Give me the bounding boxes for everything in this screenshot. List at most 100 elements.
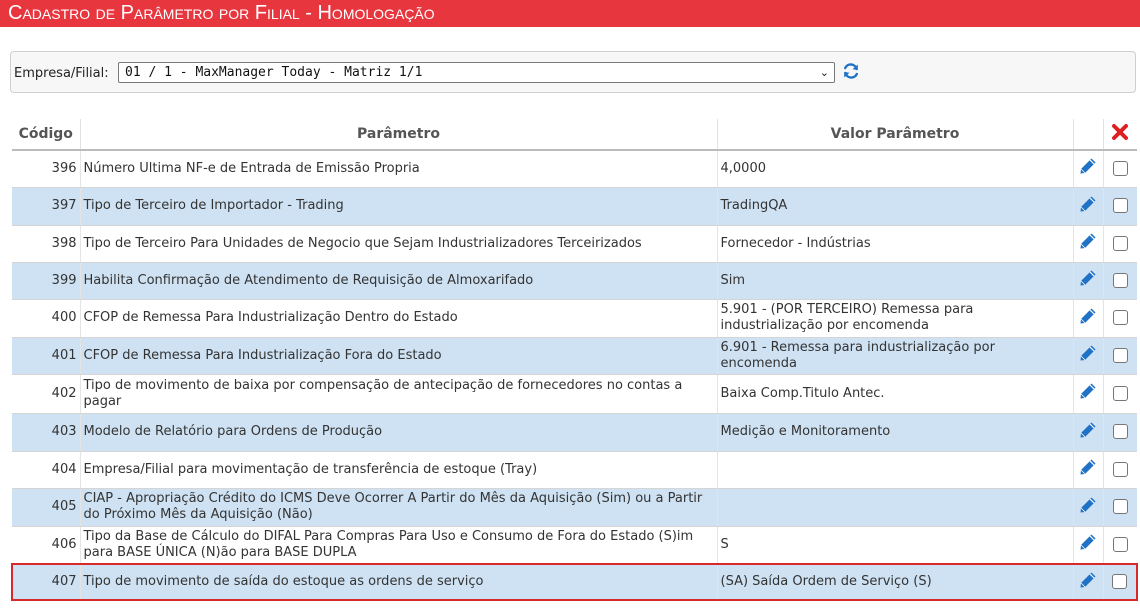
row-checkbox[interactable]	[1112, 347, 1128, 363]
cell-code: 404	[12, 451, 81, 489]
column-header-value: Valor Parâmetro	[717, 119, 1074, 151]
cell-value: 6.901 - Remessa para industrialização po…	[717, 337, 1074, 375]
cell-code: 398	[12, 225, 81, 263]
company-branch-select[interactable]: 01 / 1 - MaxManager Today - Matriz 1/1 ⌄	[118, 62, 835, 83]
cell-value: Baixa Comp.Titulo Antec.	[717, 374, 1074, 414]
cell-parameter: Habilita Confirmação de Atendimento de R…	[80, 262, 718, 300]
row-checkbox[interactable]	[1112, 461, 1128, 477]
row-select-cell	[1103, 337, 1137, 375]
row-checkbox[interactable]	[1112, 424, 1128, 439]
cell-code: 403	[12, 413, 81, 452]
row-select-cell	[1103, 526, 1137, 565]
edit-button[interactable]	[1073, 299, 1104, 338]
cell-parameter: CIAP - Apropriação Crédito do ICMS Deve …	[80, 488, 718, 527]
cell-value: Sim	[717, 262, 1074, 300]
row-select-cell	[1103, 488, 1137, 527]
table-row[interactable]: 404 Empresa/Filial para movimentação de t…	[12, 451, 1137, 489]
cell-parameter: Tipo de Terceiro de Importador - Trading	[80, 187, 718, 226]
cell-value: (SA) Saída Ordem de Serviço (S)	[717, 563, 1074, 601]
table-row[interactable]: 402 Tipo de movimento de baixa por compen…	[12, 374, 1137, 414]
edit-button[interactable]	[1073, 187, 1104, 226]
pencil-icon	[1079, 157, 1097, 180]
pencil-icon	[1079, 421, 1097, 444]
cell-value: Fornecedor - Indústrias	[717, 225, 1074, 263]
row-checkbox[interactable]	[1112, 574, 1128, 589]
edit-button[interactable]	[1073, 488, 1104, 527]
table-row[interactable]: 399 Habilita Confirmação de Atendimento d…	[12, 262, 1137, 300]
table-row[interactable]: 406 Tipo da Base de Cálculo do DIFAL Para…	[12, 526, 1137, 565]
pencil-icon	[1079, 382, 1097, 405]
table-row[interactable]: 403 Modelo de Relatório para Ordens de Pr…	[12, 413, 1137, 452]
row-select-cell	[1103, 262, 1137, 300]
cell-parameter: CFOP de Remessa Para Industrialização Fo…	[80, 337, 718, 375]
edit-button[interactable]	[1073, 374, 1104, 414]
table-row[interactable]: 398 Tipo de Terceiro Para Unidades de Neg…	[12, 225, 1137, 263]
cell-parameter: CFOP de Remessa Para Industrialização De…	[80, 299, 718, 338]
edit-button[interactable]	[1073, 225, 1104, 263]
parameters-table: Código Parâmetro Valor Parâmetro 396 Núme…	[11, 119, 1138, 601]
refresh-icon	[844, 63, 858, 79]
row-select-cell	[1103, 299, 1137, 338]
company-branch-selected: 01 / 1 - MaxManager Today - Matriz 1/1	[125, 65, 423, 80]
cell-parameter: Tipo de movimento de baixa por compensaç…	[80, 374, 718, 414]
edit-button[interactable]	[1073, 262, 1104, 300]
delete-selected-button[interactable]	[1103, 119, 1137, 151]
row-checkbox[interactable]	[1112, 235, 1128, 251]
filter-panel: Empresa/Filial: 01 / 1 - MaxManager Toda…	[10, 51, 1136, 93]
row-checkbox[interactable]	[1112, 160, 1128, 176]
edit-button[interactable]	[1073, 337, 1104, 375]
delete-x-icon	[1112, 124, 1129, 140]
cell-value	[717, 488, 1074, 527]
pencil-icon	[1079, 344, 1097, 367]
column-header-parameter: Parâmetro	[80, 119, 718, 151]
column-header-code: Código	[12, 119, 81, 151]
row-checkbox[interactable]	[1112, 272, 1128, 288]
cell-parameter: Número Ultima NF-e de Entrada de Emissão…	[80, 150, 718, 188]
edit-button[interactable]	[1073, 413, 1104, 452]
row-select-cell	[1103, 563, 1138, 601]
pencil-icon	[1079, 458, 1097, 481]
cell-parameter: Modelo de Relatório para Ordens de Produ…	[80, 413, 718, 452]
row-checkbox[interactable]	[1112, 198, 1128, 213]
cell-parameter: Tipo de Terceiro Para Unidades de Negoci…	[80, 225, 718, 263]
table-row[interactable]: 400 CFOP de Remessa Para Industrialização…	[12, 299, 1137, 338]
cell-value: 4,0000	[717, 150, 1074, 188]
pencil-icon	[1079, 307, 1097, 330]
table-row[interactable]: 396 Número Ultima NF-e de Entrada de Emis…	[12, 150, 1137, 188]
row-select-cell	[1103, 187, 1137, 226]
cell-parameter: Tipo de movimento de saída do estoque as…	[80, 563, 718, 601]
cell-code: 401	[12, 337, 81, 375]
edit-button[interactable]	[1073, 150, 1104, 188]
table-row[interactable]: 397 Tipo de Terceiro de Importador - Trad…	[12, 187, 1137, 226]
pencil-icon	[1079, 533, 1097, 556]
cell-code: 400	[12, 299, 81, 338]
row-checkbox[interactable]	[1112, 385, 1128, 401]
table-row[interactable]: 401 CFOP de Remessa Para Industrialização…	[12, 337, 1137, 375]
table-row[interactable]: 407 Tipo de movimento de saída do estoque…	[11, 563, 1138, 601]
chevron-down-icon: ⌄	[819, 66, 829, 79]
row-checkbox[interactable]	[1112, 499, 1128, 514]
edit-button[interactable]	[1073, 526, 1104, 565]
row-select-cell	[1103, 374, 1137, 414]
cell-code: 399	[12, 262, 81, 300]
cell-value: S	[717, 526, 1074, 565]
edit-button[interactable]	[1073, 451, 1104, 489]
cell-code: 405	[12, 488, 81, 527]
row-select-cell	[1103, 150, 1137, 188]
cell-code: 406	[12, 526, 81, 565]
cell-code: 397	[12, 187, 81, 226]
cell-parameter: Tipo da Base de Cálculo do DIFAL Para Co…	[80, 526, 718, 565]
cell-code: 407	[11, 563, 81, 601]
table-header-row: Código Parâmetro Valor Parâmetro	[12, 119, 1137, 151]
cell-parameter: Empresa/Filial para movimentação de tran…	[80, 451, 718, 489]
refresh-button[interactable]	[840, 60, 862, 82]
row-checkbox[interactable]	[1112, 310, 1128, 325]
cell-value: TradingQA	[717, 187, 1074, 226]
edit-button[interactable]	[1073, 563, 1104, 601]
cell-value: 5.901 - (POR TERCEIRO) Remessa para indu…	[717, 299, 1074, 338]
table-row[interactable]: 405 CIAP - Apropriação Crédito do ICMS De…	[12, 488, 1137, 527]
company-branch-label: Empresa/Filial:	[14, 66, 109, 81]
row-checkbox[interactable]	[1112, 536, 1128, 552]
pencil-icon	[1079, 571, 1097, 594]
row-select-cell	[1103, 413, 1137, 452]
